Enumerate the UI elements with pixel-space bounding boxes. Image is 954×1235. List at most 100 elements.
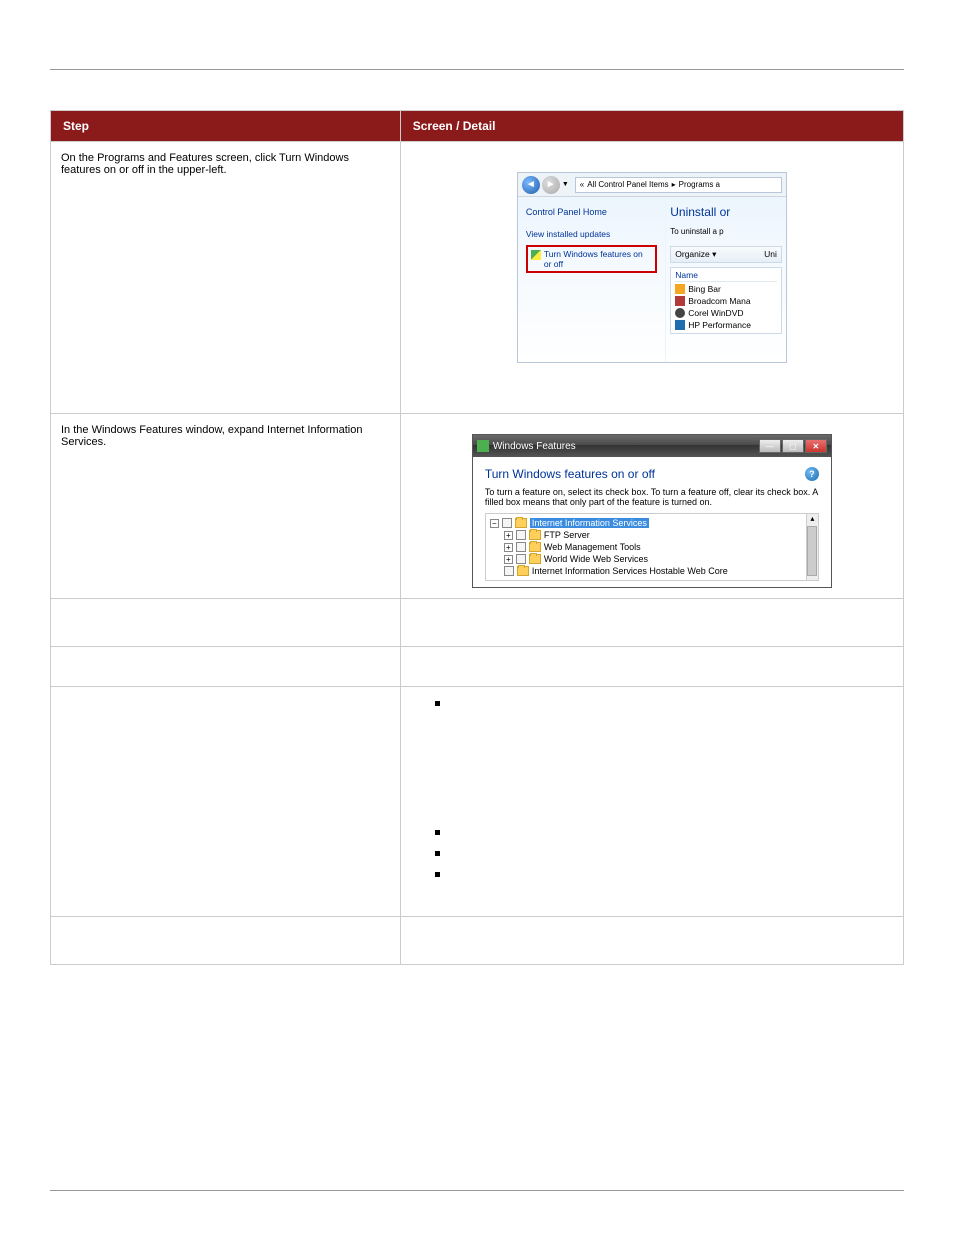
detail-cell: Windows Features — ▢ ✕ Turn Windows feat… <box>400 414 903 599</box>
detail-cell: ◄ ► ▼ « All Control Panel Items ▸ Progra… <box>400 142 903 414</box>
tree-node-hostable[interactable]: Internet Information Services Hostable W… <box>504 565 814 577</box>
bullet-icon <box>435 872 440 877</box>
app-icon <box>675 308 685 318</box>
turn-features-link[interactable]: Turn Windows features on or off <box>544 249 652 269</box>
chevron-right-icon: ▸ <box>672 180 676 189</box>
highlighted-link-box: Turn Windows features on or off <box>526 245 657 273</box>
feature-tree: ▴ − Internet Information Services + <box>485 513 819 581</box>
breadcrumb-seg2: Programs a <box>679 180 720 189</box>
table-row: On the Programs and Features screen, cli… <box>51 142 904 414</box>
dropdown-arrow-icon[interactable]: ▼ <box>562 181 569 188</box>
program-name: HP Performance <box>688 320 751 330</box>
tree-node-ftp[interactable]: + FTP Server <box>504 529 814 541</box>
list-item <box>435 826 893 835</box>
breadcrumb-seg1: All Control Panel Items <box>587 180 668 189</box>
table-row <box>51 687 904 917</box>
checkbox[interactable] <box>516 554 526 564</box>
expand-icon[interactable]: + <box>504 531 513 540</box>
uninstall-subtext: To uninstall a p <box>670 227 782 236</box>
checkbox[interactable] <box>516 530 526 540</box>
scroll-thumb[interactable] <box>807 526 817 576</box>
maximize-button[interactable]: ▢ <box>782 439 804 453</box>
program-name: Corel WinDVD <box>688 308 743 318</box>
page-container: Step Screen / Detail On the Programs and… <box>0 0 954 1235</box>
dialog-titlebar: Windows Features — ▢ ✕ <box>473 435 831 457</box>
minimize-button[interactable]: — <box>759 439 781 453</box>
step-cell <box>51 647 401 687</box>
tree-node-webmgmt[interactable]: + Web Management Tools <box>504 541 814 553</box>
dialog-description: To turn a feature on, select its check b… <box>485 487 819 507</box>
step-text: On the Programs and Features screen, cli… <box>61 152 349 176</box>
tree-label: Internet Information Services Hostable W… <box>532 566 728 576</box>
back-button[interactable]: ◄ <box>522 176 540 194</box>
tree-node-iis[interactable]: − Internet Information Services <box>490 517 814 529</box>
cp-sidebar: Control Panel Home View installed update… <box>518 197 665 362</box>
window-controls: — ▢ ✕ <box>759 439 827 453</box>
app-icon <box>675 320 685 330</box>
organize-toolbar: Organize ▾ Uni <box>670 246 782 263</box>
control-panel-screenshot: ◄ ► ▼ « All Control Panel Items ▸ Progra… <box>517 172 787 363</box>
list-item[interactable]: Broadcom Mana <box>675 295 777 307</box>
tree-label: Web Management Tools <box>544 542 641 552</box>
windows-features-dialog: Windows Features — ▢ ✕ Turn Windows feat… <box>472 434 832 588</box>
view-updates-link[interactable]: View installed updates <box>526 229 657 239</box>
collapse-icon[interactable]: − <box>490 519 499 528</box>
name-column-header[interactable]: Name <box>675 270 777 282</box>
tree-node-www[interactable]: + World Wide Web Services <box>504 553 814 565</box>
list-item <box>435 868 893 877</box>
program-list: Name Bing Bar Broadcom Mana <box>670 267 782 334</box>
detail-cell <box>400 687 903 917</box>
tree-label: World Wide Web Services <box>544 554 648 564</box>
dialog-heading: Turn Windows features on or off <box>485 467 655 481</box>
bullet-icon <box>435 851 440 856</box>
list-item <box>435 697 893 706</box>
shield-icon <box>531 250 541 260</box>
checkbox[interactable] <box>504 566 514 576</box>
table-row <box>51 599 904 647</box>
scroll-up-icon[interactable]: ▴ <box>807 514 818 523</box>
tree-label: FTP Server <box>544 530 590 540</box>
bullet-icon <box>435 830 440 835</box>
step-cell <box>51 917 401 965</box>
step-cell: On the Programs and Features screen, cli… <box>51 142 401 414</box>
expand-icon[interactable]: + <box>504 555 513 564</box>
checkbox[interactable] <box>516 542 526 552</box>
breadcrumb[interactable]: « All Control Panel Items ▸ Programs a <box>575 177 782 193</box>
breadcrumb-prefix: « <box>580 180 584 189</box>
checkbox[interactable] <box>502 518 512 528</box>
cp-home-link[interactable]: Control Panel Home <box>526 207 657 217</box>
detail-cell <box>400 599 903 647</box>
window-icon <box>477 440 489 452</box>
steps-table: Step Screen / Detail On the Programs and… <box>50 110 904 965</box>
detail-cell <box>400 647 903 687</box>
scrollbar[interactable]: ▴ <box>806 514 818 580</box>
organize-dropdown[interactable]: Organize ▾ <box>675 249 716 260</box>
cp-body: Control Panel Home View installed update… <box>518 197 786 362</box>
help-icon[interactable]: ? <box>805 467 819 481</box>
table-row <box>51 647 904 687</box>
page-footer <box>50 1190 904 1195</box>
page-header <box>50 40 904 70</box>
col-header-step: Step <box>51 111 401 142</box>
list-item[interactable]: Corel WinDVD <box>675 307 777 319</box>
forward-button[interactable]: ► <box>542 176 560 194</box>
folder-icon <box>529 554 541 564</box>
dialog-body: Turn Windows features on or off ? To tur… <box>473 457 831 587</box>
table-row <box>51 917 904 965</box>
close-button[interactable]: ✕ <box>805 439 827 453</box>
folder-icon <box>529 542 541 552</box>
cp-main-area: Uninstall or To uninstall a p Organize ▾… <box>665 197 786 362</box>
app-icon <box>675 284 685 294</box>
list-item[interactable]: Bing Bar <box>675 283 777 295</box>
list-item[interactable]: HP Performance <box>675 319 777 331</box>
folder-icon <box>515 518 527 528</box>
folder-icon <box>529 530 541 540</box>
col-header-detail: Screen / Detail <box>400 111 903 142</box>
step-text: In the Windows Features window, expand I… <box>61 424 362 448</box>
bullet-list <box>411 697 893 877</box>
detail-cell <box>400 917 903 965</box>
uni-label: Uni <box>764 249 777 260</box>
expand-icon[interactable]: + <box>504 543 513 552</box>
bullet-icon <box>435 701 440 706</box>
tree-label: Internet Information Services <box>530 518 649 528</box>
